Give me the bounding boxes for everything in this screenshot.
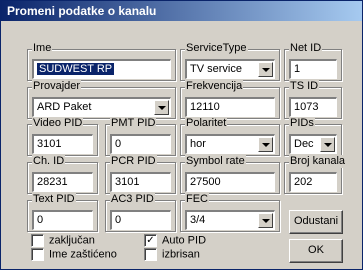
ok-button[interactable]: OK [289, 239, 343, 263]
ime-zasticeno-label: Ime zaštićeno [49, 248, 117, 261]
dropdown-arrow-icon[interactable] [320, 137, 335, 152]
dropdown-arrow-icon[interactable] [258, 213, 273, 228]
pids-value: Dec [294, 138, 314, 150]
service-type-value: TV service [190, 63, 242, 75]
ac3-pid-label: AC3 PID [110, 193, 155, 206]
auto-pid-checkbox[interactable]: ✓ Auto PID [144, 234, 206, 248]
ime-group: Ime SUDWEST RP [27, 42, 176, 81]
dialog-window: Promeni podatke o kanalu Ime SUDWEST RP … [0, 0, 363, 270]
pcr-pid-input[interactable]: 3101 [110, 172, 171, 192]
polaritet-label: Polaritet [185, 117, 228, 130]
pmt-pid-group: PMT PID 0 [105, 117, 176, 156]
pcr-pid-label: PCR PID [110, 155, 157, 168]
video-pid-label: Video PID [32, 117, 84, 130]
video-pid-group: Video PID 3101 [27, 117, 98, 156]
pmt-pid-input[interactable]: 0 [110, 134, 171, 154]
ac3-pid-group: AC3 PID 0 [105, 193, 176, 232]
provajder-select[interactable]: ARD Paket [32, 97, 171, 117]
text-pid-input[interactable]: 0 [32, 210, 93, 230]
pcr-pid-group: PCR PID 3101 [105, 155, 176, 194]
fec-select[interactable]: 3/4 [185, 210, 275, 230]
checkbox-box[interactable] [144, 248, 157, 261]
text-pid-label: Text PID [32, 193, 76, 206]
ime-value: SUDWEST RP [37, 63, 115, 75]
ts-id-input[interactable]: 1073 [289, 97, 337, 117]
pids-select[interactable]: Dec [289, 134, 337, 154]
net-id-input[interactable]: 1 [289, 59, 337, 79]
ch-id-input[interactable]: 28231 [32, 172, 93, 192]
ime-zasticeno-checkbox[interactable]: Ime zaštićeno [31, 248, 117, 262]
fec-group: FEC 3/4 [180, 193, 280, 232]
dropdown-arrow-icon[interactable] [258, 62, 273, 77]
ime-input[interactable]: SUDWEST RP [32, 59, 171, 79]
frekvencija-input[interactable]: 12110 [185, 97, 275, 117]
izbrisan-label: izbrisan [162, 248, 200, 261]
broj-kanala-input[interactable]: 202 [289, 172, 337, 192]
text-pid-group: Text PID 0 [27, 193, 98, 232]
polaritet-value: hor [190, 138, 206, 150]
service-type-label: ServiceType [185, 42, 248, 55]
net-id-label: Net ID [289, 42, 323, 55]
fec-value: 3/4 [190, 214, 206, 226]
ac3-pid-input[interactable]: 0 [110, 210, 171, 230]
checkbox-box[interactable] [31, 248, 44, 261]
pmt-pid-label: PMT PID [110, 117, 157, 130]
title-bar: Promeni podatke o kanalu [1, 1, 362, 21]
checkbox-box[interactable] [31, 234, 44, 247]
provajder-label: Provajder [32, 80, 82, 93]
symbol-rate-label: Symbol rate [185, 155, 246, 168]
service-type-select[interactable]: TV service [185, 59, 275, 79]
pids-group: PIDs Dec [284, 117, 342, 156]
checkbox-box[interactable]: ✓ [144, 234, 157, 247]
symbol-rate-group: Symbol rate 27500 [180, 155, 280, 194]
zakljucan-label: zaključan [49, 234, 95, 247]
cancel-button[interactable]: Odustani [289, 210, 343, 234]
frekvencija-group: Frekvencija 12110 [180, 80, 280, 119]
ch-id-group: Ch. ID 28231 [27, 155, 98, 194]
provajder-group: Provajder ARD Paket [27, 80, 176, 119]
service-type-group: ServiceType TV service [180, 42, 280, 81]
dropdown-arrow-icon[interactable] [154, 100, 169, 115]
auto-pid-label: Auto PID [162, 234, 207, 247]
polaritet-group: Polaritet hor [180, 117, 280, 156]
ime-label: Ime [32, 42, 53, 55]
broj-kanala-label: Broj kanala [289, 155, 347, 168]
polaritet-select[interactable]: hor [185, 134, 275, 154]
dropdown-arrow-icon[interactable] [258, 137, 273, 152]
provajder-value: ARD Paket [37, 101, 92, 113]
broj-kanala-group: Broj kanala 202 [284, 155, 347, 194]
zakljucan-checkbox[interactable]: zaključan [31, 234, 95, 248]
video-pid-input[interactable]: 3101 [32, 134, 93, 154]
net-id-group: Net ID 1 [284, 42, 342, 81]
izbrisan-checkbox[interactable]: izbrisan [144, 248, 200, 262]
ch-id-label: Ch. ID [32, 155, 66, 168]
ts-id-group: TS ID 1073 [284, 80, 342, 119]
fec-label: FEC [185, 193, 209, 206]
frekvencija-label: Frekvencija [185, 80, 244, 93]
pids-label: PIDs [289, 117, 315, 130]
symbol-rate-input[interactable]: 27500 [185, 172, 275, 192]
ts-id-label: TS ID [289, 80, 320, 93]
